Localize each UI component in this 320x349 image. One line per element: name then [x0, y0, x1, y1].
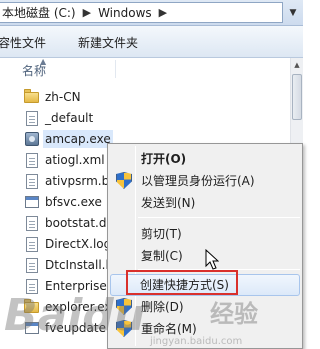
list-item[interactable]: zh-CN — [0, 87, 125, 107]
document-icon — [24, 278, 40, 294]
menu-item-label: 删除(D) — [141, 300, 184, 314]
document-icon — [24, 215, 40, 231]
menu-item-label: 复制(C) — [141, 249, 183, 263]
menu-item-label: 重命名(M) — [141, 322, 197, 336]
file-name: amcap.exe — [43, 130, 113, 148]
new-folder-button[interactable]: 新建文件夹 — [78, 34, 138, 51]
menu-item-label: 剪切(T) — [141, 227, 182, 241]
file-name: _default — [45, 111, 94, 125]
document-icon — [24, 173, 40, 189]
scroll-thumb[interactable] — [292, 74, 302, 120]
column-header: ▲ 名称 — [0, 57, 290, 80]
document-icon — [24, 152, 40, 168]
folder-icon — [24, 299, 40, 315]
breadcrumb-item-windows[interactable]: Windows — [96, 6, 154, 20]
menu-item-cut[interactable]: 剪切(T) — [110, 223, 300, 245]
scroll-up-icon[interactable]: ▲ — [291, 58, 303, 72]
menu-item-delete[interactable]: 删除(D) — [110, 296, 300, 318]
column-divider[interactable] — [115, 60, 116, 78]
chevron-down-icon[interactable]: ▼ — [284, 2, 302, 23]
executable-icon — [24, 320, 40, 336]
menu-item-label: 发送到(N) — [141, 196, 196, 210]
file-name: zh-CN — [45, 90, 81, 104]
column-header-name[interactable]: 名称 — [22, 62, 46, 79]
uac-shield-icon — [116, 172, 132, 189]
uac-shield-icon — [116, 298, 132, 315]
breadcrumb-item-drive[interactable]: 本地磁盘 (C:) — [0, 4, 78, 21]
document-icon — [24, 257, 40, 273]
address-bar: 本地磁盘 (C:) ▶ Windows ▶ ▼ — [0, 0, 303, 26]
file-name: bfsvc.exe — [45, 195, 102, 209]
executable-icon — [24, 194, 40, 210]
breadcrumb-separator-icon[interactable]: ▶ — [154, 6, 172, 19]
menu-item-run-as-admin[interactable]: 以管理员身份运行(A) — [110, 170, 300, 192]
context-menu: 打开(O) 以管理员身份运行(A) 发送到(N) 剪切(T) 复制(C) 创建快… — [107, 143, 303, 349]
menu-separator — [138, 217, 300, 218]
file-name: atiogl.xml — [45, 153, 105, 167]
menu-item-label: 打开(O) — [141, 152, 187, 166]
uac-shield-icon — [116, 320, 132, 337]
include-in-library-button[interactable]: 容性文件 — [0, 34, 46, 51]
application-icon — [24, 131, 40, 147]
annotation-highlight-box — [126, 270, 238, 295]
mouse-cursor-icon — [205, 249, 219, 270]
document-icon — [24, 110, 40, 126]
breadcrumb-separator-icon[interactable]: ▶ — [78, 6, 96, 19]
menu-item-label: 以管理员身份运行(A) — [141, 174, 255, 188]
menu-item-send-to[interactable]: 发送到(N) — [110, 192, 300, 214]
list-item[interactable]: _default — [0, 108, 125, 128]
menu-item-open[interactable]: 打开(O) — [110, 148, 300, 170]
folder-icon — [24, 89, 40, 105]
menu-item-rename[interactable]: 重命名(M) — [110, 318, 300, 340]
file-name: DirectX.log — [45, 237, 112, 251]
breadcrumb[interactable]: 本地磁盘 (C:) ▶ Windows ▶ — [0, 2, 283, 23]
command-toolbar: 容性文件 新建文件夹 — [0, 26, 303, 58]
document-icon — [24, 236, 40, 252]
